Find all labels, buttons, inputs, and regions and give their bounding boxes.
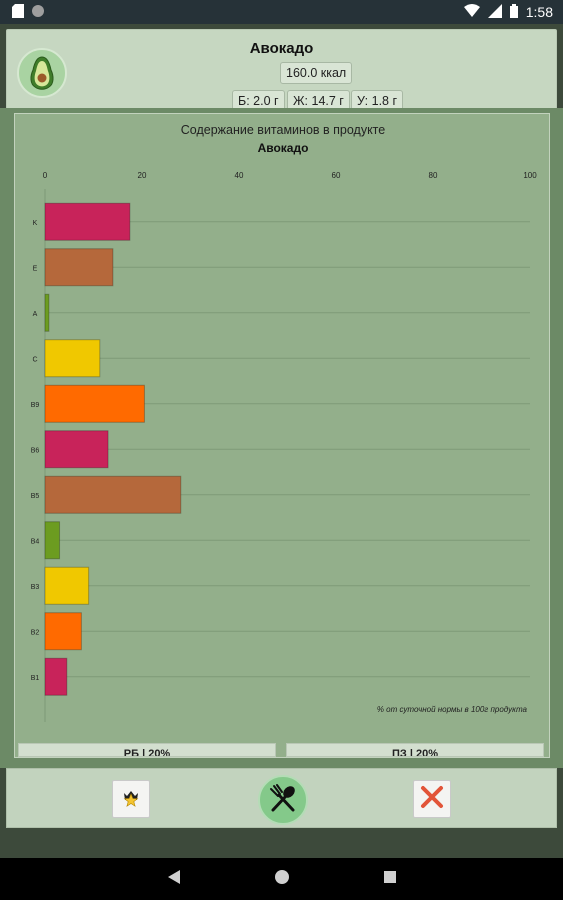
food-header-card: Авокадо 160.0 ккал Б: 2.0 г Ж: 14.7 г У:…: [6, 29, 557, 116]
chart-title: Содержание витаминов в продукте: [181, 123, 385, 137]
home-icon[interactable]: [274, 869, 289, 889]
vitamin-bar: [44, 566, 90, 605]
x-tick-label: 60: [332, 171, 341, 180]
bottom-toolbar: [6, 768, 557, 828]
x-tick-label: 40: [235, 171, 244, 180]
spoon-fork-icon: [267, 782, 299, 819]
x-tick-label: 0: [43, 171, 48, 180]
vitamin-bar: [44, 521, 61, 560]
recents-icon[interactable]: [383, 870, 396, 888]
vitamin-bar: [44, 248, 114, 287]
status-bar: 1:58: [0, 0, 563, 24]
summary-card-right[interactable]: ПЗ | 20%: [286, 743, 544, 757]
vitamin-bar: [44, 430, 109, 469]
vitamin-bar: [44, 339, 101, 378]
y-tick-label: C: [32, 356, 37, 363]
signal-icon: [487, 3, 502, 21]
y-tick-label: B5: [31, 493, 40, 500]
y-tick-label: E: [33, 265, 38, 272]
y-tick-label: B4: [31, 538, 40, 545]
vitamin-bar: [44, 202, 131, 241]
vitamin-chart: Содержание витаминов в продукте Авокадо 0 2…: [31, 123, 537, 722]
summary-card-left[interactable]: РБ | 20%: [18, 743, 276, 757]
vitamin-bar: [44, 384, 145, 423]
x-tick-label: 20: [138, 171, 147, 180]
delete-button[interactable]: [413, 780, 451, 818]
bottom-cards: РБ | 20% ПЗ | 20%: [18, 743, 546, 757]
y-tick-label: B9: [31, 402, 40, 409]
navigation-bar: [0, 858, 563, 900]
vitamin-chart-panel: Содержание витаминов в продукте Авокадо 0 2…: [14, 113, 550, 758]
y-tick-label: A: [33, 311, 38, 318]
chart-subtitle: Авокадо: [258, 141, 309, 155]
battery-icon: [509, 3, 518, 21]
y-tick-label: B1: [31, 675, 40, 682]
vitamin-bar: [44, 657, 68, 696]
sd-card-icon: [12, 3, 24, 21]
x-tick-label: 100: [523, 171, 537, 180]
y-tick-label: K: [33, 220, 38, 227]
close-icon: [420, 785, 444, 814]
vitamin-bar: [44, 475, 182, 514]
calories-badge: 160.0 ккал: [280, 62, 353, 84]
wifi-icon: [463, 4, 480, 20]
back-icon[interactable]: [167, 869, 180, 889]
circle-icon: [32, 4, 44, 20]
crown-star-icon: [121, 787, 141, 812]
chart-note: % от суточной нормы в 100г продукта: [377, 705, 528, 714]
favorite-button[interactable]: [112, 780, 150, 818]
y-tick-label: B3: [31, 584, 40, 591]
y-tick-label: B6: [31, 447, 40, 454]
x-tick-label: 80: [429, 171, 438, 180]
food-title: Авокадо: [249, 40, 314, 57]
y-tick-label: B2: [31, 629, 40, 636]
vitamin-bar: [44, 612, 82, 651]
clock: 1:58: [525, 4, 553, 20]
vitamin-bar: [44, 293, 50, 332]
eat-button[interactable]: [258, 775, 308, 825]
